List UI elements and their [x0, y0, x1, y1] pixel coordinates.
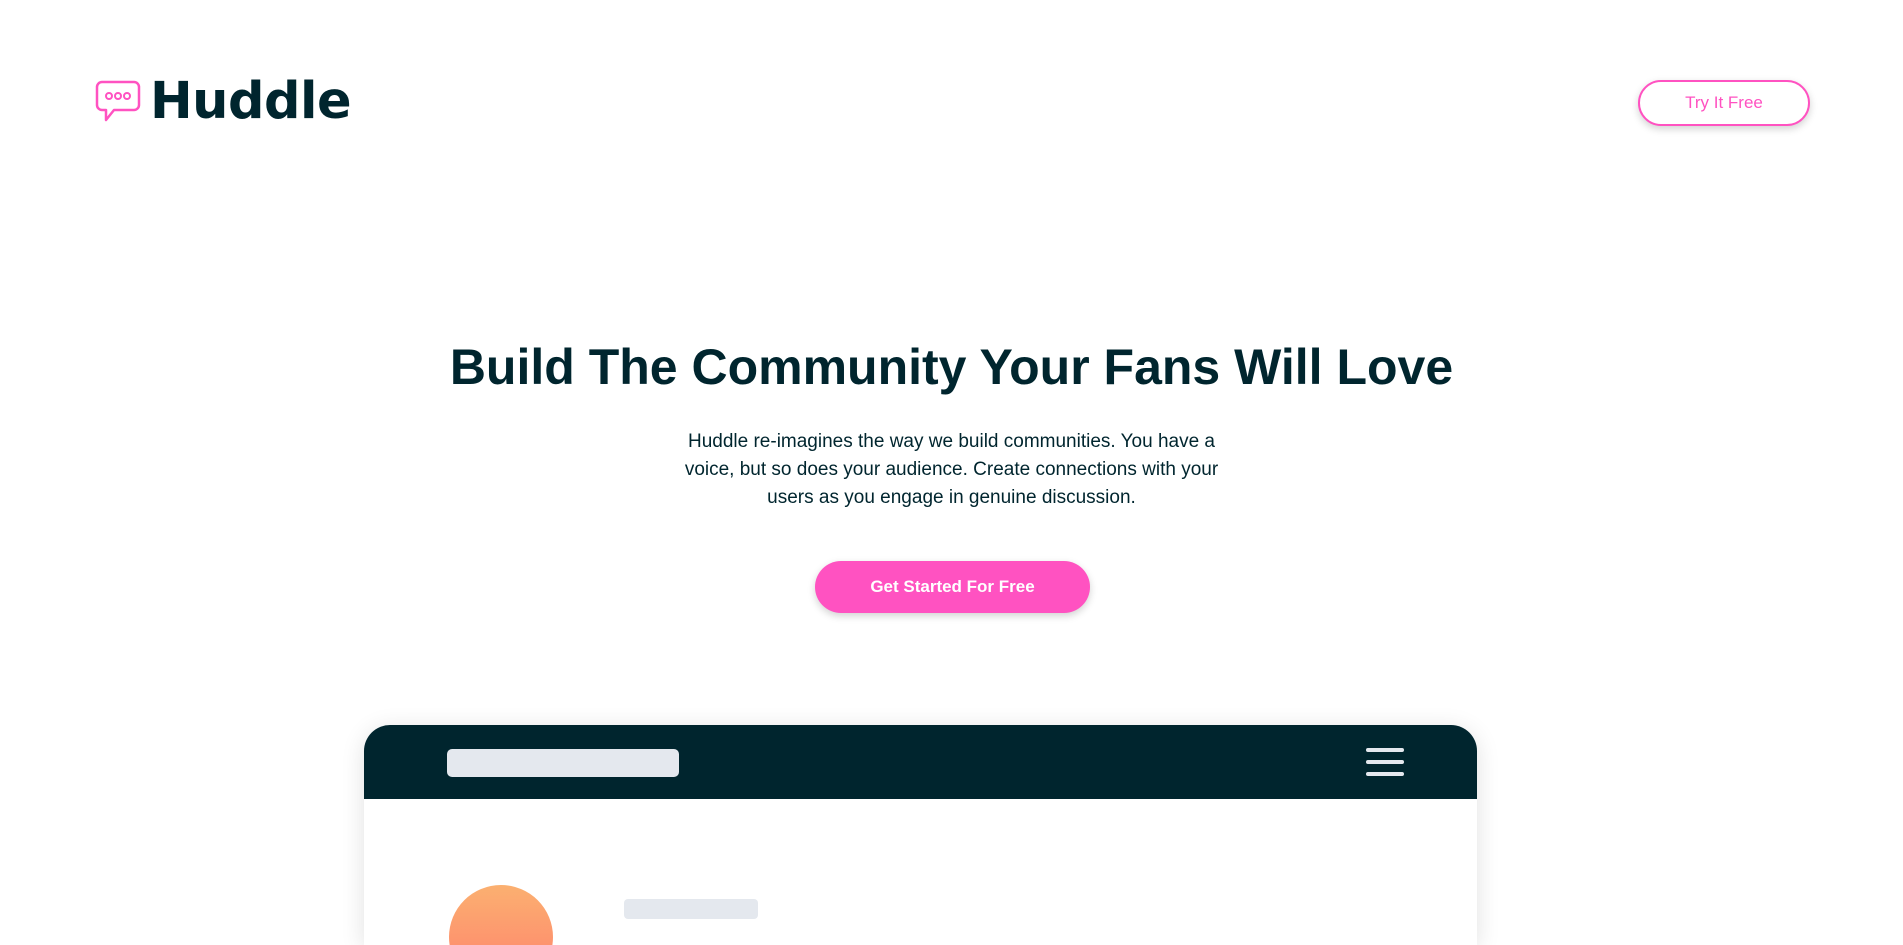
hero-description: Huddle re-imagines the way we build comm…	[684, 431, 1219, 508]
logo[interactable]: Huddle	[94, 72, 352, 131]
mockup-avatar	[449, 885, 553, 945]
app-mockup-illustration	[364, 725, 1477, 945]
chat-bubble-icon	[95, 80, 141, 121]
logo-text: Huddle	[150, 72, 352, 131]
mockup-top-bar	[364, 725, 1477, 799]
mockup-search-placeholder	[447, 749, 679, 777]
mockup-text-placeholder	[624, 899, 758, 919]
hamburger-menu-icon	[1366, 748, 1404, 776]
site-header: Huddle Try It Free	[0, 0, 1903, 180]
hero-title: Build The Community Your Fans Will Love	[449, 339, 1454, 395]
get-started-button[interactable]: Get Started For Free	[815, 561, 1090, 613]
try-it-free-button[interactable]: Try It Free	[1638, 80, 1810, 126]
